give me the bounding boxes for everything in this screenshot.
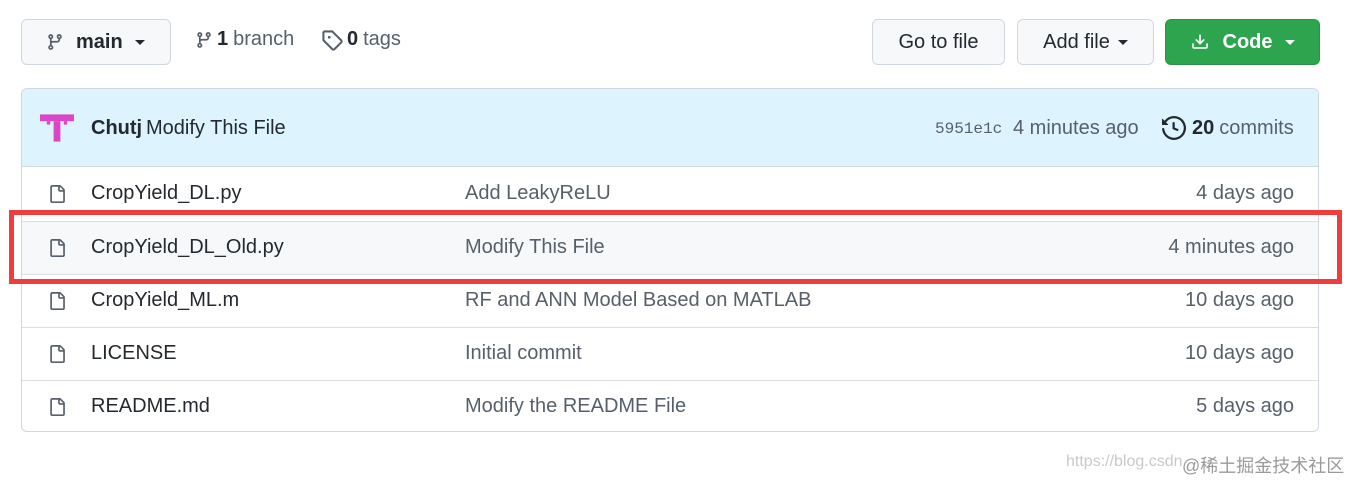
go-to-file-button[interactable]: Go to file [872,19,1005,65]
commit-age: 4 minutes ago [1013,117,1139,139]
download-icon [1191,34,1208,49]
tag-word: tags [363,28,401,50]
file-row: LICENSE Initial commit 10 days ago [22,327,1318,380]
file-commit-message[interactable]: Initial commit [465,342,582,365]
commit-author[interactable]: Chutj [91,117,142,140]
file-name[interactable]: README.md [91,395,210,418]
tags-link[interactable]: 0 tags [321,28,401,51]
commits-word: commits [1219,116,1294,139]
avatar[interactable] [40,111,74,145]
file-row: README.md Modify the README File 5 days … [22,380,1318,431]
branch-select-button[interactable]: main [21,19,171,65]
chevron-down-icon [1284,39,1295,45]
highlight-box [9,210,1342,284]
file-commit-message[interactable]: RF and ANN Model Based on MATLAB [465,289,811,312]
code-button[interactable]: Code [1165,19,1320,65]
file-icon [50,292,65,310]
git-branch-icon [48,34,62,50]
commit-count: 20 [1192,116,1215,139]
latest-commit-bar: Chutj Modify This File 5951e1c 4 minutes… [22,89,1318,167]
git-branch-icon [197,31,211,48]
branch-word: branch [233,28,295,50]
go-to-file-label: Go to file [898,30,979,53]
file-age: 5 days ago [1196,395,1294,417]
file-age: 10 days ago [1185,342,1294,364]
file-commit-message[interactable]: Modify the README File [465,395,686,418]
branch-select-label: main [76,30,123,53]
file-commit-message[interactable]: Add LeakyReLU [465,182,611,205]
file-icon [50,185,65,203]
file-age: 10 days ago [1185,289,1294,311]
watermark-site: @稀土掘金技术社区 [1182,456,1345,476]
chevron-down-icon [1117,39,1128,45]
file-name[interactable]: LICENSE [91,342,177,365]
watermark-url: https://blog.csdn [1066,453,1183,470]
file-icon [50,398,65,416]
commit-message[interactable]: Modify This File [146,117,286,140]
branches-link[interactable]: 1 branch [195,28,294,51]
branch-count: 1 [217,28,229,50]
history-icon [1162,116,1186,140]
file-name[interactable]: CropYield_DL.py [91,182,241,205]
tag-count: 0 [347,28,359,50]
commits-history-link[interactable]: 20 commits [1162,116,1294,140]
code-label: Code [1222,30,1273,53]
chevron-down-icon [134,39,145,45]
add-file-label: Add file [1043,30,1110,53]
file-name[interactable]: CropYield_ML.m [91,289,239,312]
tag-icon [322,29,343,51]
file-age: 4 days ago [1196,182,1294,204]
commit-sha[interactable]: 5951e1c [935,120,1002,138]
file-icon [50,345,65,363]
add-file-button[interactable]: Add file [1017,19,1154,65]
